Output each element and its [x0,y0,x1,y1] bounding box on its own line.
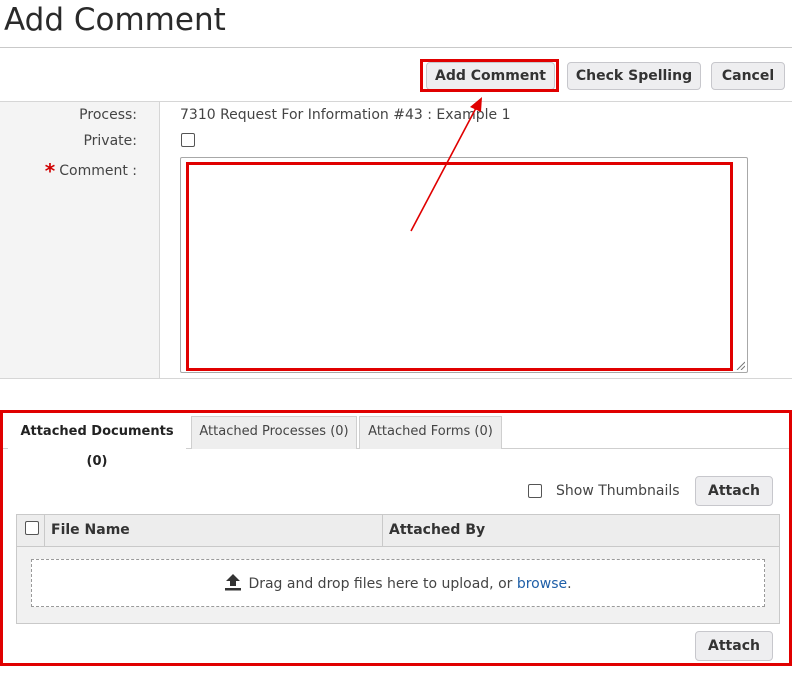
documents-table-body: Drag and drop files here to upload, or b… [16,547,780,624]
attach-button-top[interactable]: Attach [695,476,773,506]
documents-table-header: File Name Attached By [16,514,780,547]
tab-attached-forms[interactable]: Attached Forms (0) [359,416,502,449]
browse-link[interactable]: browse [517,576,567,592]
select-all-checkbox[interactable] [25,521,39,535]
file-dropzone[interactable]: Drag and drop files here to upload, or b… [31,559,765,607]
attach-button-bottom[interactable]: Attach [695,631,773,661]
tab-attached-processes[interactable]: Attached Processes (0) [191,416,357,449]
column-header-attached-by[interactable]: Attached By [382,515,779,546]
dropzone-text: Drag and drop files here to upload, or [248,576,517,592]
show-thumbnails-checkbox[interactable] [528,484,542,498]
attachments-panel: Attached Documents (0) Attached Processe… [0,410,792,666]
tab-attached-documents[interactable]: Attached Documents (0) [8,416,186,469]
upload-icon [225,574,242,591]
column-header-file-name[interactable]: File Name [44,515,382,546]
dropzone-suffix: . [567,576,572,592]
attachment-tabs: Attached Documents (0) Attached Processe… [3,413,789,469]
show-thumbnails-label[interactable]: Show Thumbnails [556,483,680,499]
